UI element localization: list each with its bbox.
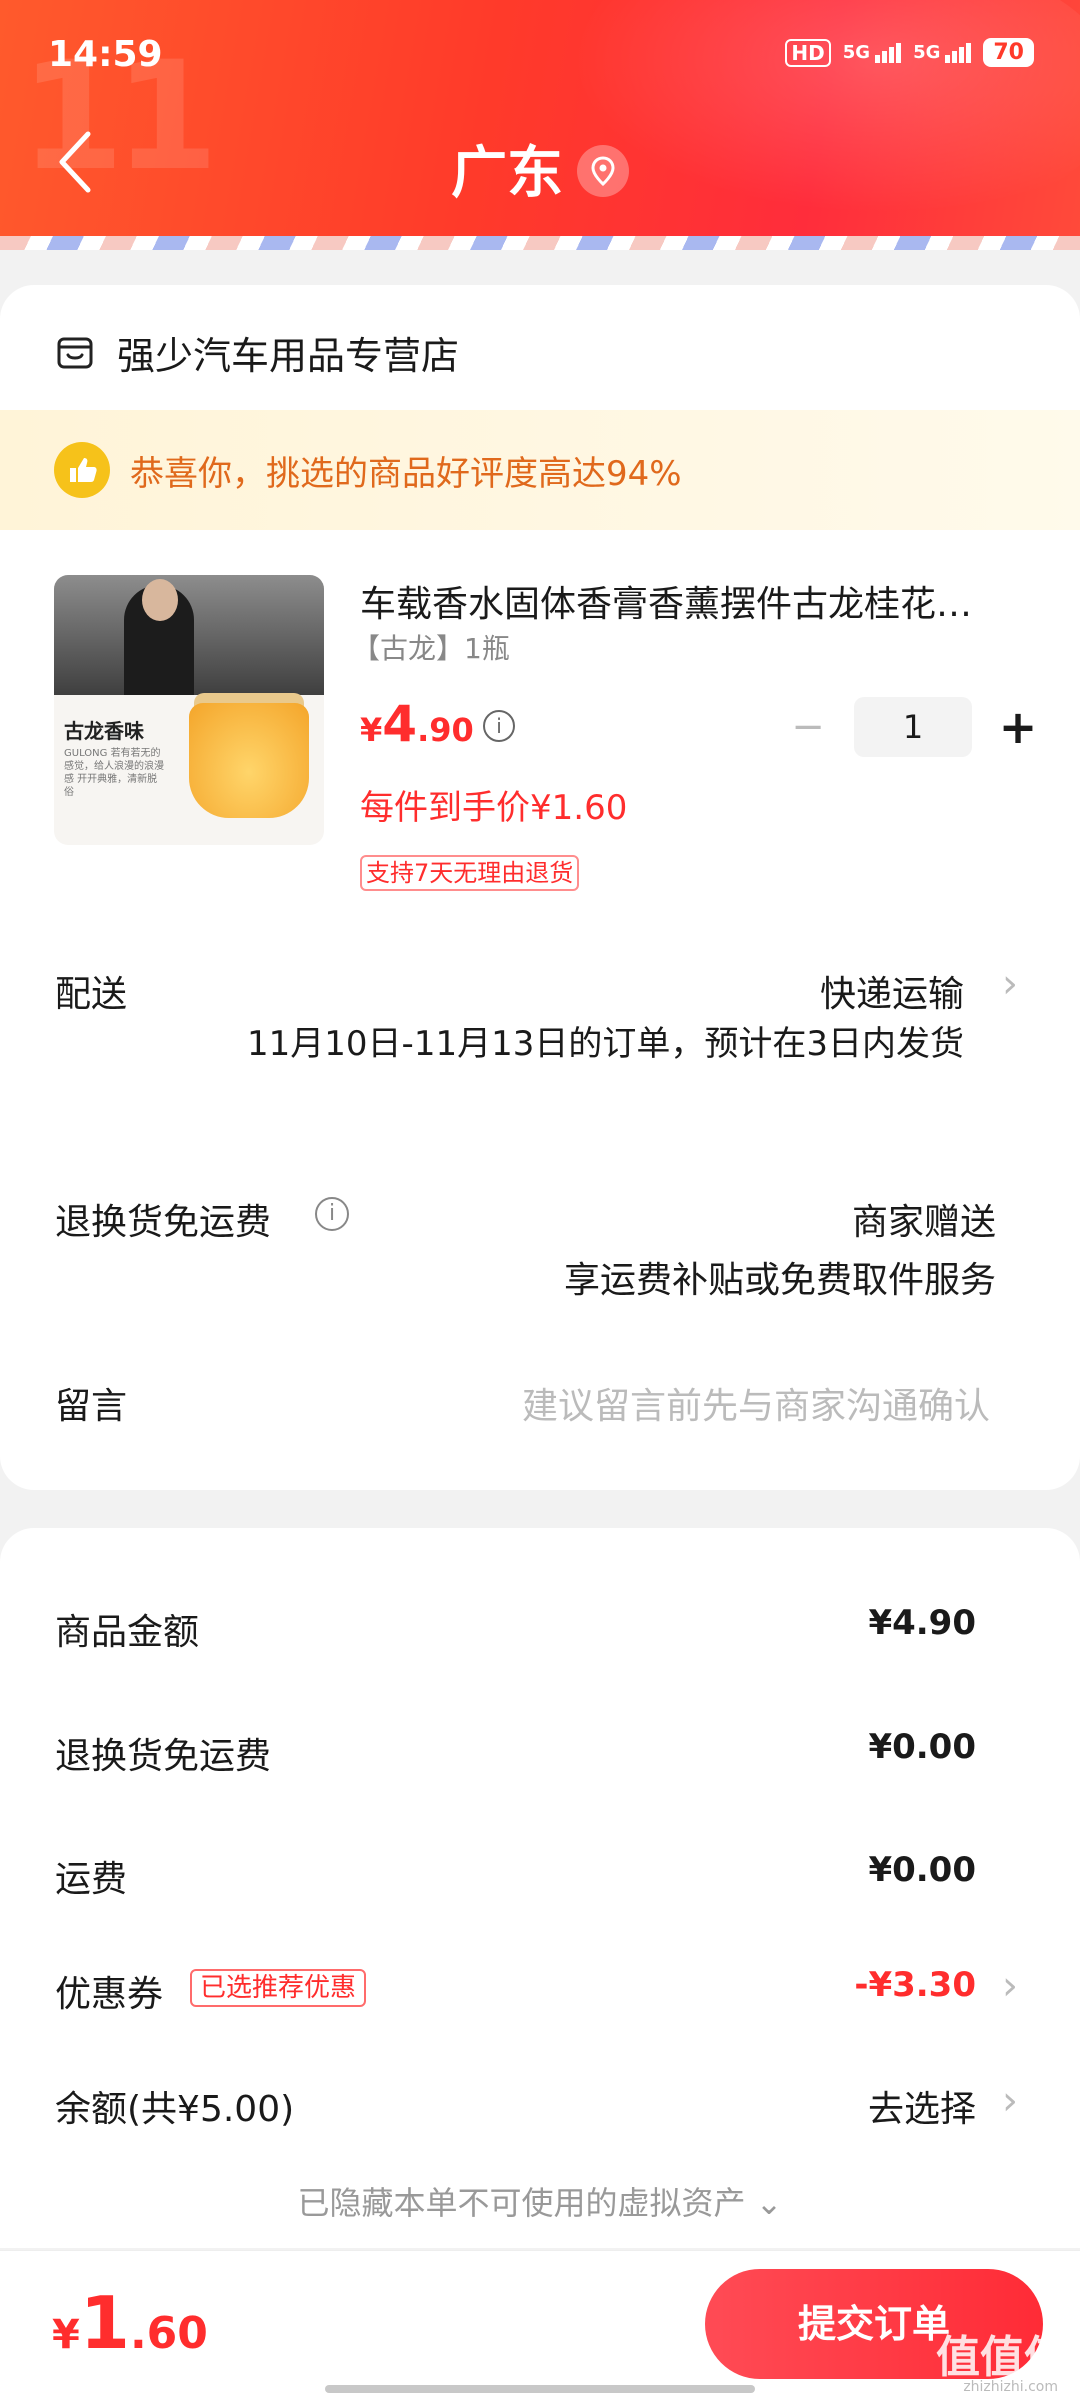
return-info-icon[interactable]: i: [315, 1197, 349, 1231]
shop-name: 强少汽车用品专营店: [117, 334, 460, 378]
balance-label: 余额(共¥5.00): [55, 2089, 295, 2130]
status-time: 14:59: [48, 34, 163, 75]
product-title[interactable]: 车载香水固体香膏香薰摆件古龙桂花…: [360, 575, 1030, 627]
status-icons: HD 5G 5G 70: [785, 38, 1034, 67]
product-spec[interactable]: 【古龙】1瓶: [352, 627, 510, 667]
return-freight-summary-value: ¥0.00: [868, 1727, 976, 1767]
price-info-icon[interactable]: i: [483, 710, 515, 742]
delivery-label: 配送: [55, 974, 128, 1015]
thumbs-up-icon: [54, 442, 110, 498]
coupon-label: 优惠券: [55, 1974, 164, 2015]
return-policy-badge: 支持7天无理由退货: [360, 855, 580, 891]
goods-amount-value: ¥4.90: [868, 1603, 976, 1643]
quantity-value[interactable]: 1: [854, 697, 972, 757]
product-price: ¥4.90: [360, 695, 474, 753]
home-indicator[interactable]: [325, 2385, 755, 2393]
order-card: 强少汽车用品专营店 恭喜你，挑选的商品好评度高达94% 古龙香味 GULONG …: [0, 285, 1080, 1490]
delivery-method[interactable]: 快递运输: [820, 965, 964, 1017]
chevron-right-icon[interactable]: ›: [1002, 961, 1018, 1007]
hd-icon: HD: [785, 38, 831, 67]
return-freight-label: 退换货免运费: [55, 1202, 272, 1243]
delivery-note: 11月10日-11月13日的订单，预计在3日内发货: [247, 1024, 964, 1064]
bottom-bar: ¥1.60 提交订单 值值值 zhizhizhi.com: [0, 2250, 1080, 2401]
signal-icon: 5G: [843, 42, 902, 63]
freight-row: 运费 ¥0.00: [0, 1840, 1080, 1910]
product-image-caption: GULONG 若有若无的感觉，给人浪漫的浪漫感 开开典雅，清新脱俗: [64, 748, 164, 798]
decrease-button[interactable]: −: [788, 704, 828, 750]
shop-row[interactable]: 强少汽车用品专营店: [55, 325, 459, 380]
watermark-url: zhizhizhi.com: [963, 2379, 1058, 2395]
message-label: 留言: [55, 1386, 128, 1427]
total-price: ¥1.60: [52, 2281, 208, 2365]
coupon-row[interactable]: 优惠券 已选推荐优惠 -¥3.30 ›: [0, 1955, 1080, 2025]
goods-amount-label: 商品金额: [55, 1612, 200, 1653]
freight-value: ¥0.00: [868, 1850, 976, 1890]
watermark-logo: 值值值: [936, 2332, 1068, 2383]
praise-banner: 恭喜你，挑选的商品好评度高达94%: [0, 410, 1080, 530]
return-freight-value: 商家赠送: [851, 1202, 996, 1243]
return-freight-summary-label: 退换货免运费: [55, 1736, 272, 1777]
product-image-label: 古龙香味: [64, 719, 144, 743]
location-title: 广东: [451, 141, 563, 206]
airmail-border: [0, 236, 1080, 250]
hidden-assets-toggle[interactable]: 已隐藏本单不可使用的虚拟资产 ⌄: [0, 2178, 1080, 2224]
freight-label: 运费: [55, 1859, 128, 1900]
increase-button[interactable]: +: [998, 700, 1038, 754]
product-image[interactable]: 古龙香味 GULONG 若有若无的感觉，给人浪漫的浪漫感 开开典雅，清新脱俗: [54, 575, 324, 845]
signal-icon-2: 5G: [913, 42, 972, 63]
chevron-right-icon: ›: [1002, 2078, 1018, 2124]
unit-final-price: 每件到手价¥1.60: [360, 788, 628, 828]
balance-row[interactable]: 余额(共¥5.00) 去选择 ›: [0, 2070, 1080, 2140]
balance-select: 去选择: [867, 2089, 976, 2130]
header: 11 14:59 HD 5G 5G 70 广东: [0, 0, 1080, 250]
battery-icon: 70: [983, 38, 1034, 67]
chevron-right-icon: ›: [1002, 1963, 1018, 2009]
praise-text: 恭喜你，挑选的商品好评度高达94%: [130, 453, 682, 494]
location-pin-icon: [577, 144, 629, 197]
shop-icon: [57, 337, 93, 368]
address-selector[interactable]: 广东: [0, 128, 1080, 209]
status-bar: 14:59 HD 5G 5G 70: [0, 0, 1080, 110]
return-freight-row: 退换货免运费 ¥0.00: [0, 1717, 1080, 1787]
return-freight-note: 享运费补贴或免费取件服务: [563, 1260, 996, 1301]
coupon-tag: 已选推荐优惠: [190, 1969, 367, 2007]
message-input[interactable]: 建议留言前先与商家沟通确认: [522, 1377, 990, 1429]
quantity-stepper: − 1 +: [788, 697, 1038, 757]
goods-amount-row: 商品金额 ¥4.90: [0, 1593, 1080, 1663]
coupon-value: -¥3.30: [854, 1965, 976, 2005]
